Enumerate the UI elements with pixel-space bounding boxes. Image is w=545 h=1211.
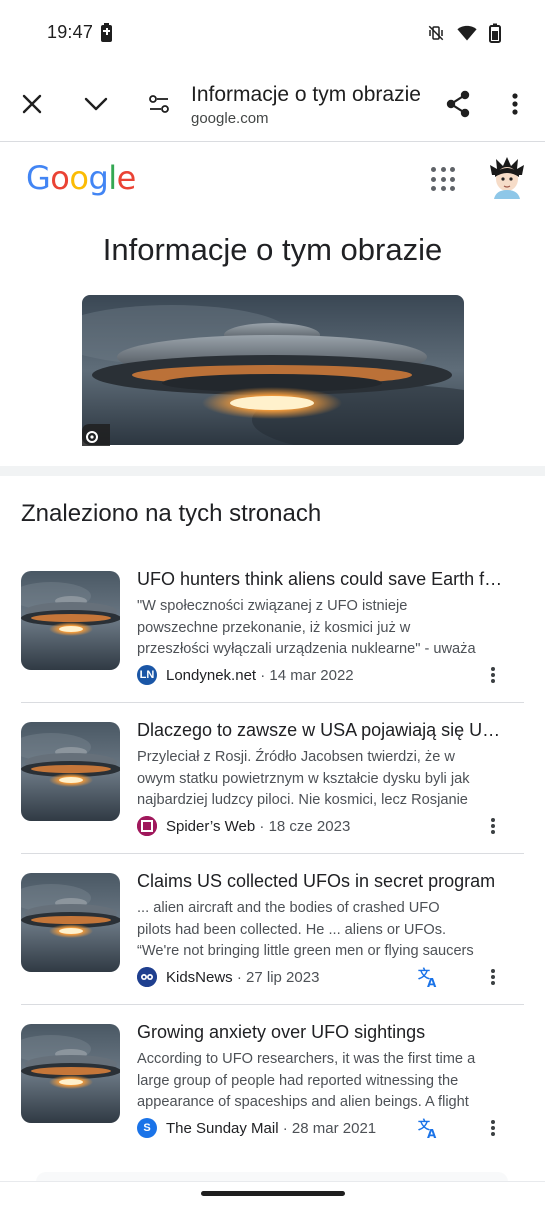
result-snippet-line: pilots had been collected. He ... aliens… <box>137 921 447 938</box>
result-date-separator: · <box>256 666 270 684</box>
result-site: KidsNews <box>166 968 233 986</box>
result-title[interactable]: UFO hunters think aliens could save Eart… <box>137 569 505 590</box>
minimize-button[interactable] <box>76 84 116 124</box>
result-snippet-line: przeszłości wyłączali urządzenia nuklear… <box>137 641 476 657</box>
result-date: 28 mar 2021 <box>291 1119 377 1137</box>
site-favicon-icon <box>137 967 157 987</box>
result-snippet: "W społeczności związanej z UFO istnieje… <box>137 596 505 661</box>
battery-saver-icon <box>101 23 112 42</box>
favicon-text: S <box>143 1122 151 1134</box>
site-favicon-icon <box>137 816 157 836</box>
result-thumbnail[interactable] <box>21 873 120 972</box>
result-site: The Sunday Mail <box>166 1119 279 1137</box>
result-item[interactable]: Claims US collected UFOs in secret progr… <box>0 871 545 1021</box>
favicon-text: LN <box>139 669 155 681</box>
status-bar: 19:47 <box>0 0 545 66</box>
result-date: 27 lip 2023 <box>246 968 320 986</box>
result-divider <box>21 1004 524 1005</box>
result-source: S The Sunday Mail · 28 mar 2021 <box>137 1118 376 1138</box>
google-logo-letter: g <box>88 159 109 197</box>
overflow-menu-button[interactable] <box>495 84 535 124</box>
result-site: Londynek.net <box>166 666 257 684</box>
more-vert-icon <box>512 93 518 115</box>
result-snippet-line: najbardziej ludzcy piloci. Nie kosmici, … <box>137 792 468 808</box>
result-more-icon[interactable] <box>485 967 501 987</box>
svg-text:A: A <box>427 976 437 988</box>
result-snippet-line: “We're not bringing little green men or … <box>137 943 474 959</box>
result-snippet-line: owym statku powietrznym w kształcie dysk… <box>137 770 470 787</box>
section-divider <box>0 466 545 476</box>
result-item[interactable]: UFO hunters think aliens could save Eart… <box>0 569 545 719</box>
google-logo-letter: o <box>69 159 89 197</box>
battery-icon <box>489 23 501 43</box>
avatar[interactable] <box>488 157 526 199</box>
google-logo-letter: e <box>116 159 137 197</box>
site-favicon-icon: LN <box>137 665 157 685</box>
google-logo-letter: l <box>108 159 117 197</box>
translate-icon[interactable]: 文A <box>418 1117 440 1141</box>
result-source: LN Londynek.net · 14 mar 2022 <box>137 665 354 685</box>
result-snippet-line: appearance of spaceships and alien being… <box>137 1094 469 1110</box>
translate-icon[interactable]: 文A <box>418 966 440 990</box>
share-button[interactable] <box>438 84 478 124</box>
result-date: 14 mar 2022 <box>269 666 354 684</box>
svg-text:A: A <box>427 1127 437 1139</box>
result-date-separator: · <box>278 1119 292 1137</box>
wifi-icon <box>457 25 477 41</box>
google-logo[interactable]: Google <box>26 159 136 197</box>
result-more-icon[interactable] <box>485 665 501 685</box>
result-snippet: ... alien aircraft and the bodies of cra… <box>137 898 505 963</box>
result-thumbnail[interactable] <box>21 1024 120 1123</box>
toolbar-url: google.com <box>191 110 269 127</box>
result-site: Spider’s Web <box>166 817 256 835</box>
vibrate-off-icon <box>428 25 444 41</box>
result-source: Spider’s Web · 18 cze 2023 <box>137 816 350 836</box>
google-logo-letter: G <box>26 159 51 197</box>
apps-grid-icon[interactable] <box>431 167 455 191</box>
google-logo-letter: o <box>50 159 70 197</box>
chevron-down-icon <box>84 97 108 111</box>
custom-tab-toolbar: Informacje o tym obrazie google.com <box>0 66 545 142</box>
gesture-handle[interactable] <box>201 1191 345 1196</box>
result-more-icon[interactable] <box>485 1118 501 1138</box>
result-source: KidsNews · 27 lip 2023 <box>137 967 319 987</box>
page-info-button[interactable] <box>139 84 179 124</box>
result-thumbnail[interactable] <box>21 722 120 821</box>
close-icon <box>22 94 42 114</box>
result-date-separator: · <box>255 817 269 835</box>
navigation-bar <box>0 1181 545 1211</box>
section-title: Znaleziono na tych stronach <box>21 500 322 527</box>
share-icon <box>446 90 470 118</box>
result-thumbnail[interactable] <box>21 571 120 670</box>
result-snippet-line: powszechne przekonanie, iż kosmici już w <box>137 619 411 636</box>
result-snippet-line: Przyleciał z Rosji. Źródło Jacobsen twie… <box>137 749 455 765</box>
result-snippet: Przyleciał z Rosji. Źródło Jacobsen twie… <box>137 747 505 812</box>
toolbar-title: Informacje o tym obrazie <box>191 83 421 106</box>
result-title[interactable]: Dlaczego to zawsze w USA pojawiają się U… <box>137 720 505 741</box>
google-header: Google <box>0 143 545 218</box>
status-icons <box>427 22 501 44</box>
result-snippet: According to UFO researchers, it was the… <box>137 1049 505 1114</box>
result-snippet-line: According to UFO researchers, it was the… <box>137 1051 476 1067</box>
result-more-icon[interactable] <box>485 816 501 836</box>
result-snippet-line: ... alien aircraft and the bodies of cra… <box>137 900 440 916</box>
result-divider <box>21 702 524 703</box>
result-date-separator: · <box>232 968 247 986</box>
lens-icon[interactable] <box>82 424 110 446</box>
close-button[interactable] <box>12 84 52 124</box>
result-item[interactable]: Dlaczego to zawsze w USA pojawiają się U… <box>0 720 545 870</box>
result-divider <box>21 853 524 854</box>
result-item[interactable]: Growing anxiety over UFO sightings Accord… <box>0 1022 545 1172</box>
query-image[interactable] <box>82 295 464 445</box>
result-snippet-line: large group of people had reported witne… <box>137 1072 459 1089</box>
site-favicon-icon: S <box>137 1118 157 1138</box>
result-title[interactable]: Growing anxiety over UFO sightings <box>137 1022 505 1043</box>
page-title: Informacje o tym obrazie <box>102 232 443 267</box>
result-date: 18 cze 2023 <box>268 817 351 835</box>
status-time: 19:47 <box>47 22 94 42</box>
tune-icon <box>149 95 169 113</box>
result-snippet-line: "W społeczności związanej z UFO istnieje <box>137 598 408 614</box>
result-title[interactable]: Claims US collected UFOs in secret progr… <box>137 871 505 892</box>
